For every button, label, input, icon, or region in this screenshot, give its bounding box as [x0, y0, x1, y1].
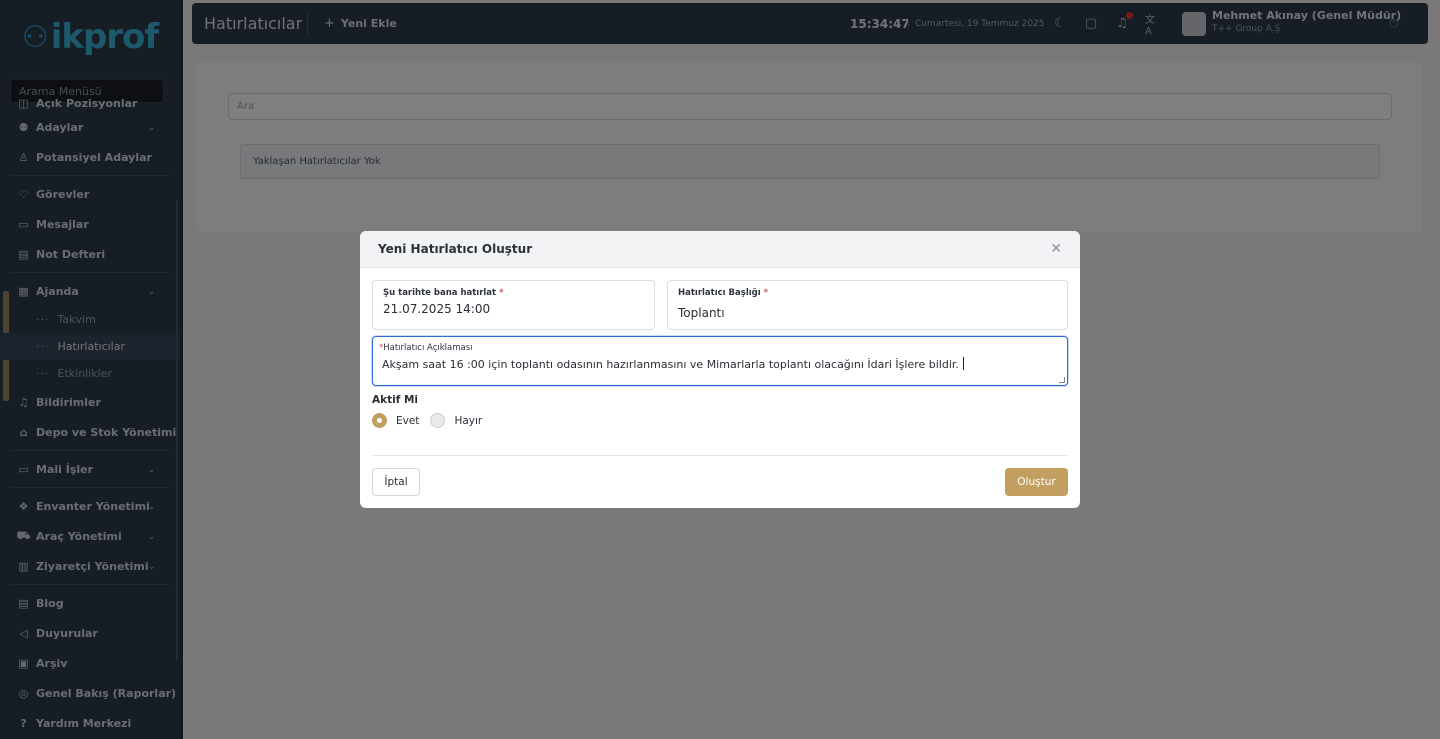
date-label: Şu tarihte bana hatırlat *	[383, 288, 504, 298]
date-value[interactable]: 21.07.2025 14:00	[383, 302, 490, 316]
description-text: Akşam saat 16 :00 için toplantı odasının…	[382, 358, 959, 371]
modal-divider	[372, 455, 1068, 456]
reminder-description-textarea[interactable]: *Hatırlatıcı Açıklaması Akşam saat 16 :0…	[372, 336, 1068, 386]
active-label: Aktif Mi	[372, 394, 418, 406]
radio-yes[interactable]	[372, 413, 387, 428]
description-label-text: Hatırlatıcı Açıklaması	[383, 343, 473, 353]
date-label-text: Şu tarihte bana hatırlat	[383, 288, 497, 298]
radio-no[interactable]	[430, 413, 446, 428]
text-caret	[962, 357, 964, 370]
modal-title: Yeni Hatırlatıcı Oluştur	[378, 242, 533, 256]
title-label-text: Hatırlatıcı Başlığı	[678, 288, 761, 298]
cancel-button[interactable]: İptal	[372, 468, 420, 496]
radio-no-label[interactable]: Hayır	[454, 415, 482, 427]
active-radio-group: Evet Hayır	[372, 413, 493, 428]
required-mark: *	[763, 288, 769, 298]
description-value[interactable]: Akşam saat 16 :00 için toplantı odasının…	[382, 357, 964, 371]
new-reminder-modal: Yeni Hatırlatıcı Oluştur ✕ Şu tarihte ba…	[360, 231, 1080, 508]
radio-yes-label[interactable]: Evet	[396, 415, 419, 427]
resize-handle-icon[interactable]	[1059, 377, 1065, 383]
required-mark: *	[499, 288, 504, 298]
description-label: *Hatırlatıcı Açıklaması	[379, 343, 473, 353]
modal-header: Yeni Hatırlatıcı Oluştur ✕	[360, 231, 1080, 268]
reminder-title-field[interactable]: Hatırlatıcı Başlığı * Toplantı	[667, 280, 1068, 330]
reminder-date-field[interactable]: Şu tarihte bana hatırlat * 21.07.2025 14…	[372, 280, 655, 330]
create-button[interactable]: Oluştur	[1005, 468, 1068, 496]
close-icon[interactable]: ✕	[1050, 241, 1062, 257]
title-value[interactable]: Toplantı	[678, 306, 725, 320]
title-label: Hatırlatıcı Başlığı *	[678, 288, 768, 298]
